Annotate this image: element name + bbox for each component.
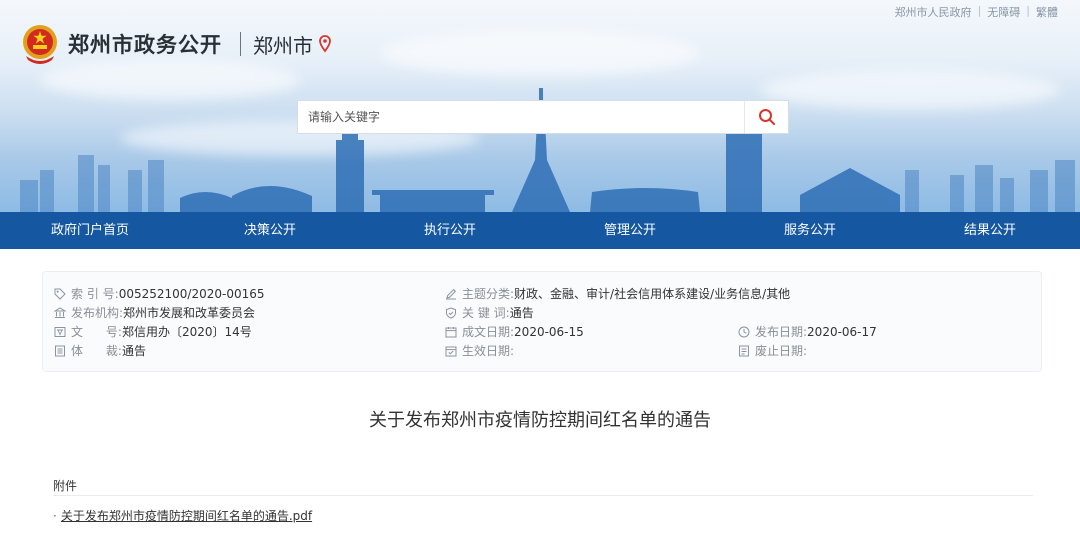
- nav-item-management[interactable]: 管理公开: [540, 212, 720, 249]
- meta-keywords: 关 键 词: 通告: [445, 304, 534, 321]
- meta-abolish-date: 废止日期:: [738, 342, 807, 359]
- search-bar: [297, 100, 789, 134]
- location-pin-icon[interactable]: [319, 35, 331, 53]
- meta-publish-date: 发布日期: 2020-06-17: [738, 323, 877, 340]
- meta-label: 成文日期:: [462, 325, 515, 339]
- header-banner: 郑州市人民政府 | 无障碍 | 繁體 郑州市政务公开 郑州市: [0, 0, 1080, 212]
- document-expire-icon: [739, 345, 749, 356]
- city-name: 郑州市: [253, 33, 313, 58]
- institution-icon: [54, 306, 66, 318]
- top-link-separator: |: [977, 4, 982, 17]
- meta-value: 通告: [509, 306, 534, 320]
- top-link-separator: |: [1026, 4, 1030, 17]
- nav-item-decision[interactable]: 决策公开: [180, 212, 360, 249]
- main-nav: 政府门户首页 决策公开 执行公开 管理公开 服务公开 结果公开: [0, 212, 1080, 249]
- shield-check-icon: [446, 306, 456, 319]
- meta-effective-date: 生效日期:: [445, 342, 514, 359]
- attachment-bullet: ·: [53, 508, 57, 523]
- site-title[interactable]: 郑州市政务公开: [68, 29, 222, 59]
- meta-index-no: 索 引 号: 005252100/2020-00165: [54, 285, 265, 302]
- meta-label: 主题分类:: [462, 287, 515, 301]
- document-meta-panel: 索 引 号: 005252100/2020-00165 主题分类: 财政、金融、…: [42, 271, 1042, 372]
- meta-label: 废止日期:: [755, 344, 808, 358]
- nav-item-execution[interactable]: 执行公开: [360, 212, 540, 249]
- national-emblem-icon: [23, 25, 57, 64]
- traditional-chinese-link[interactable]: 繁體: [1036, 4, 1058, 20]
- nav-item-service[interactable]: 服务公开: [720, 212, 900, 249]
- meta-value: 2020-06-15: [514, 324, 584, 339]
- nav-item-result[interactable]: 结果公开: [900, 212, 1080, 249]
- search-icon: [758, 109, 775, 125]
- clock-icon: [738, 326, 750, 337]
- meta-label: 文 号:: [71, 325, 122, 339]
- nav-item-home[interactable]: 政府门户首页: [0, 212, 180, 249]
- attachment-link[interactable]: 关于发布郑州市疫情防控期间红名单的通告.pdf: [61, 507, 312, 524]
- meta-written-date: 成文日期: 2020-06-15: [445, 323, 584, 340]
- meta-label: 生效日期:: [462, 344, 515, 358]
- search-input[interactable]: [298, 101, 744, 133]
- document-number-icon: [54, 326, 66, 337]
- gov-portal-link[interactable]: 郑州市人民政府: [895, 4, 972, 20]
- meta-label: 索 引 号:: [71, 287, 119, 301]
- meta-label: 发布机构:: [71, 306, 124, 320]
- calendar-icon: [445, 326, 457, 337]
- meta-value: 2020-06-17: [807, 324, 877, 339]
- meta-value: 郑州市发展和改革委员会: [123, 306, 256, 320]
- brand-divider: [240, 32, 241, 56]
- top-links: 郑州市人民政府 | 无障碍 | 繁體: [895, 4, 1058, 20]
- list-document-icon: [55, 345, 65, 356]
- meta-value: 郑信用办〔2020〕14号: [121, 325, 252, 339]
- pencil-icon: [446, 288, 457, 299]
- meta-publisher: 发布机构: 郑州市发展和改革委员会: [54, 304, 255, 321]
- meta-label: 体 裁:: [71, 344, 122, 358]
- meta-label: 关 键 词:: [462, 306, 510, 320]
- accessibility-link[interactable]: 无障碍: [987, 4, 1020, 20]
- site-brand: 郑州市政务公开 郑州市: [20, 22, 331, 66]
- attachment-item: · 关于发布郑州市疫情防控期间红名单的通告.pdf: [53, 507, 312, 524]
- meta-label: 发布日期:: [755, 325, 808, 339]
- attachments-divider: [53, 495, 1033, 496]
- meta-value: 财政、金融、审计/社会信用体系建设/业务信息/其他: [514, 287, 791, 301]
- meta-genre: 体 裁: 通告: [54, 342, 146, 359]
- document-title: 关于发布郑州市疫情防控期间红名单的通告: [369, 410, 711, 431]
- attachments-label: 附件: [53, 479, 78, 493]
- tag-icon: [54, 288, 66, 300]
- search-button[interactable]: [744, 101, 788, 133]
- meta-doc-no: 文 号: 郑信用办〔2020〕14号: [54, 323, 252, 340]
- meta-topic: 主题分类: 财政、金融、审计/社会信用体系建设/业务信息/其他: [445, 285, 790, 302]
- calendar-check-icon: [445, 346, 457, 356]
- meta-value: 005252100/2020-00165: [118, 286, 265, 301]
- meta-value: 通告: [121, 344, 146, 358]
